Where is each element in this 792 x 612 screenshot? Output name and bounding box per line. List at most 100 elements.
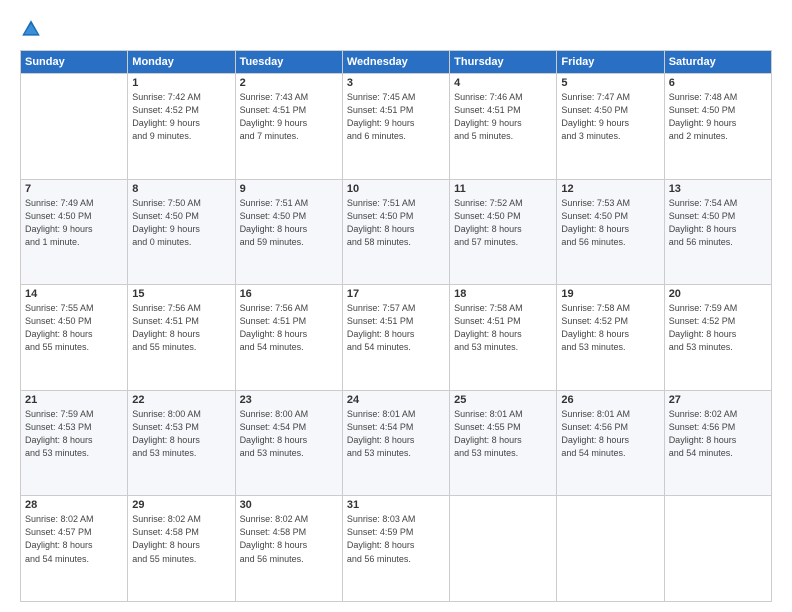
day-number: 3: [347, 77, 445, 89]
day-cell: 27Sunrise: 8:02 AM Sunset: 4:56 PM Dayli…: [664, 390, 771, 496]
day-cell: 23Sunrise: 8:00 AM Sunset: 4:54 PM Dayli…: [235, 390, 342, 496]
day-info: Sunrise: 7:58 AM Sunset: 4:51 PM Dayligh…: [454, 302, 552, 354]
logo-icon: [20, 18, 42, 40]
page: SundayMondayTuesdayWednesdayThursdayFrid…: [0, 0, 792, 612]
day-info: Sunrise: 7:59 AM Sunset: 4:53 PM Dayligh…: [25, 408, 123, 460]
day-info: Sunrise: 7:50 AM Sunset: 4:50 PM Dayligh…: [132, 197, 230, 249]
day-number: 2: [240, 77, 338, 89]
day-info: Sunrise: 8:01 AM Sunset: 4:54 PM Dayligh…: [347, 408, 445, 460]
day-info: Sunrise: 8:02 AM Sunset: 4:58 PM Dayligh…: [132, 513, 230, 565]
day-number: 5: [561, 77, 659, 89]
weekday-header-friday: Friday: [557, 51, 664, 74]
day-info: Sunrise: 7:51 AM Sunset: 4:50 PM Dayligh…: [240, 197, 338, 249]
day-cell: 9 Sunrise: 7:51 AM Sunset: 4:50 PM Daylig…: [235, 179, 342, 285]
day-number: 22: [132, 394, 230, 406]
weekday-header-monday: Monday: [128, 51, 235, 74]
day-number: 31: [347, 499, 445, 511]
week-row-1: 1Sunrise: 7:42 AM Sunset: 4:52 PM Daylig…: [21, 74, 772, 180]
week-row-2: 7 Sunrise: 7:49 AM Sunset: 4:50 PM Daylig…: [21, 179, 772, 285]
day-cell: 31 Sunrise: 8:03 AM Sunset: 4:59 PM Dayli…: [342, 496, 449, 602]
day-info: Sunrise: 8:02 AM Sunset: 4:58 PM Dayligh…: [240, 513, 338, 565]
day-info: Sunrise: 7:49 AM Sunset: 4:50 PM Dayligh…: [25, 197, 123, 249]
day-info: Sunrise: 8:00 AM Sunset: 4:53 PM Dayligh…: [132, 408, 230, 460]
day-cell: 2Sunrise: 7:43 AM Sunset: 4:51 PM Daylig…: [235, 74, 342, 180]
day-cell: 11 Sunrise: 7:52 AM Sunset: 4:50 PM Dayli…: [450, 179, 557, 285]
day-cell: 18Sunrise: 7:58 AM Sunset: 4:51 PM Dayli…: [450, 285, 557, 391]
day-cell: 30 Sunrise: 8:02 AM Sunset: 4:58 PM Dayli…: [235, 496, 342, 602]
day-number: 9: [240, 183, 338, 195]
day-info: Sunrise: 8:02 AM Sunset: 4:57 PM Dayligh…: [25, 513, 123, 565]
day-info: Sunrise: 7:59 AM Sunset: 4:52 PM Dayligh…: [669, 302, 767, 354]
day-info: Sunrise: 7:48 AM Sunset: 4:50 PM Dayligh…: [669, 91, 767, 143]
day-info: Sunrise: 7:47 AM Sunset: 4:50 PM Dayligh…: [561, 91, 659, 143]
day-cell: [557, 496, 664, 602]
day-info: Sunrise: 7:55 AM Sunset: 4:50 PM Dayligh…: [25, 302, 123, 354]
day-number: 28: [25, 499, 123, 511]
day-info: Sunrise: 7:51 AM Sunset: 4:50 PM Dayligh…: [347, 197, 445, 249]
day-info: Sunrise: 7:58 AM Sunset: 4:52 PM Dayligh…: [561, 302, 659, 354]
day-cell: 16Sunrise: 7:56 AM Sunset: 4:51 PM Dayli…: [235, 285, 342, 391]
day-cell: 19Sunrise: 7:58 AM Sunset: 4:52 PM Dayli…: [557, 285, 664, 391]
day-number: 26: [561, 394, 659, 406]
day-number: 13: [669, 183, 767, 195]
day-info: Sunrise: 7:42 AM Sunset: 4:52 PM Dayligh…: [132, 91, 230, 143]
logo: [20, 18, 46, 40]
day-cell: [21, 74, 128, 180]
day-cell: 3 Sunrise: 7:45 AM Sunset: 4:51 PM Daylig…: [342, 74, 449, 180]
day-cell: 13Sunrise: 7:54 AM Sunset: 4:50 PM Dayli…: [664, 179, 771, 285]
day-cell: 4 Sunrise: 7:46 AM Sunset: 4:51 PM Daylig…: [450, 74, 557, 180]
day-number: 25: [454, 394, 552, 406]
day-info: Sunrise: 7:45 AM Sunset: 4:51 PM Dayligh…: [347, 91, 445, 143]
day-cell: [450, 496, 557, 602]
day-number: 10: [347, 183, 445, 195]
day-number: 20: [669, 288, 767, 300]
day-number: 14: [25, 288, 123, 300]
day-cell: [664, 496, 771, 602]
day-info: Sunrise: 7:56 AM Sunset: 4:51 PM Dayligh…: [132, 302, 230, 354]
day-info: Sunrise: 7:53 AM Sunset: 4:50 PM Dayligh…: [561, 197, 659, 249]
day-cell: 15Sunrise: 7:56 AM Sunset: 4:51 PM Dayli…: [128, 285, 235, 391]
day-number: 29: [132, 499, 230, 511]
day-cell: 17 Sunrise: 7:57 AM Sunset: 4:51 PM Dayli…: [342, 285, 449, 391]
day-info: Sunrise: 8:01 AM Sunset: 4:56 PM Dayligh…: [561, 408, 659, 460]
day-number: 27: [669, 394, 767, 406]
day-info: Sunrise: 8:01 AM Sunset: 4:55 PM Dayligh…: [454, 408, 552, 460]
day-cell: 29 Sunrise: 8:02 AM Sunset: 4:58 PM Dayli…: [128, 496, 235, 602]
day-cell: 8 Sunrise: 7:50 AM Sunset: 4:50 PM Daylig…: [128, 179, 235, 285]
day-cell: 10 Sunrise: 7:51 AM Sunset: 4:50 PM Dayli…: [342, 179, 449, 285]
day-number: 11: [454, 183, 552, 195]
day-number: 12: [561, 183, 659, 195]
week-row-3: 14 Sunrise: 7:55 AM Sunset: 4:50 PM Dayli…: [21, 285, 772, 391]
weekday-header-sunday: Sunday: [21, 51, 128, 74]
day-cell: 25 Sunrise: 8:01 AM Sunset: 4:55 PM Dayli…: [450, 390, 557, 496]
day-number: 24: [347, 394, 445, 406]
weekday-header-saturday: Saturday: [664, 51, 771, 74]
weekday-header-row: SundayMondayTuesdayWednesdayThursdayFrid…: [21, 51, 772, 74]
day-cell: 28 Sunrise: 8:02 AM Sunset: 4:57 PM Dayli…: [21, 496, 128, 602]
day-info: Sunrise: 7:46 AM Sunset: 4:51 PM Dayligh…: [454, 91, 552, 143]
day-cell: 22 Sunrise: 8:00 AM Sunset: 4:53 PM Dayli…: [128, 390, 235, 496]
day-number: 21: [25, 394, 123, 406]
day-number: 30: [240, 499, 338, 511]
weekday-header-tuesday: Tuesday: [235, 51, 342, 74]
day-number: 6: [669, 77, 767, 89]
day-number: 8: [132, 183, 230, 195]
day-info: Sunrise: 7:56 AM Sunset: 4:51 PM Dayligh…: [240, 302, 338, 354]
day-cell: 21 Sunrise: 7:59 AM Sunset: 4:53 PM Dayli…: [21, 390, 128, 496]
day-cell: 20 Sunrise: 7:59 AM Sunset: 4:52 PM Dayli…: [664, 285, 771, 391]
day-info: Sunrise: 8:03 AM Sunset: 4:59 PM Dayligh…: [347, 513, 445, 565]
day-number: 7: [25, 183, 123, 195]
day-cell: 1Sunrise: 7:42 AM Sunset: 4:52 PM Daylig…: [128, 74, 235, 180]
day-cell: 14 Sunrise: 7:55 AM Sunset: 4:50 PM Dayli…: [21, 285, 128, 391]
week-row-5: 28 Sunrise: 8:02 AM Sunset: 4:57 PM Dayli…: [21, 496, 772, 602]
calendar-table: SundayMondayTuesdayWednesdayThursdayFrid…: [20, 50, 772, 602]
day-cell: 7 Sunrise: 7:49 AM Sunset: 4:50 PM Daylig…: [21, 179, 128, 285]
day-info: Sunrise: 7:52 AM Sunset: 4:50 PM Dayligh…: [454, 197, 552, 249]
day-cell: 6 Sunrise: 7:48 AM Sunset: 4:50 PM Daylig…: [664, 74, 771, 180]
day-number: 23: [240, 394, 338, 406]
weekday-header-wednesday: Wednesday: [342, 51, 449, 74]
day-number: 4: [454, 77, 552, 89]
day-cell: 24 Sunrise: 8:01 AM Sunset: 4:54 PM Dayli…: [342, 390, 449, 496]
day-number: 17: [347, 288, 445, 300]
day-info: Sunrise: 7:57 AM Sunset: 4:51 PM Dayligh…: [347, 302, 445, 354]
